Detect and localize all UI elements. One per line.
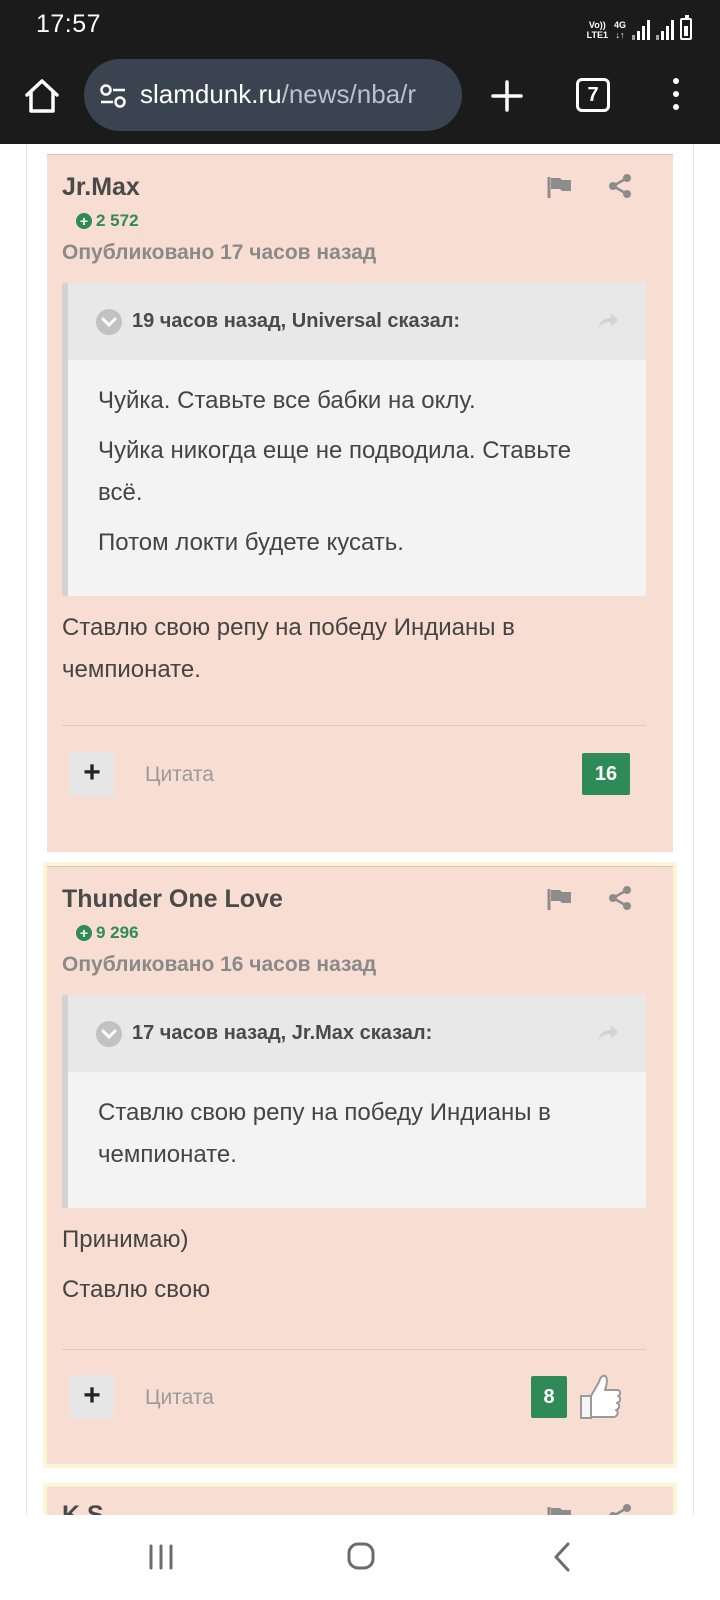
tab-switcher-button[interactable]: 7 [576,78,610,112]
chevron-down-icon[interactable] [96,309,122,335]
back-icon[interactable] [552,1541,572,1573]
post-divider [62,1349,646,1350]
reputation-count-badge: 8 [531,1376,567,1418]
volte-indicator: Vo)) LTE1 [586,20,608,40]
flag-icon[interactable] [547,175,573,199]
forum-post: Jr.Max + 2 572 Опубликовано 17 часов наз… [47,154,673,852]
browser-toolbar: slamdunk.ru/news/nba/r 7 [0,52,720,144]
site-settings-icon[interactable] [98,81,128,111]
new-tab-icon[interactable] [489,78,525,114]
author-reputation: + 2 572 [76,211,139,231]
share-icon[interactable] [607,173,633,199]
upvote-button[interactable]: + [70,1375,114,1419]
plus-circle-icon: + [76,925,92,941]
share-icon[interactable] [607,885,633,911]
post-author[interactable]: Thunder One Love [62,885,283,914]
system-nav-bar [0,1515,720,1600]
status-bar: 17:57 Vo)) LTE1 4G ↓↑ [0,0,720,52]
quote-block: 17 часов назад, Jr.Max сказал: Ставлю св… [62,995,646,1208]
chevron-down-icon[interactable] [96,1021,122,1047]
post-body: Принимаю) Ставлю свою [62,1219,642,1319]
thumbs-up-icon [580,1374,622,1419]
signal-icon-2 [656,18,674,40]
quote-block: 19 часов назад, Universal сказал: Чуйка.… [62,283,646,596]
page-content: Jr.Max + 2 572 Опубликовано 17 часов наз… [0,144,720,1515]
quote-line: Ставлю свою репу на победу Индианы в чем… [98,1099,551,1168]
quote-line: Потом локти будете кусать. [98,529,404,556]
status-time: 17:57 [36,10,102,38]
go-to-quote-icon[interactable] [596,311,620,331]
plus-circle-icon: + [76,213,92,229]
post-date: Опубликовано 17 часов назад [62,241,377,264]
battery-icon [680,15,692,40]
recent-apps-icon[interactable] [148,1543,174,1571]
go-to-quote-icon[interactable] [596,1023,620,1043]
post-author[interactable]: Jr.Max [62,173,140,202]
post-paragraph: Принимаю) [62,1226,189,1253]
post-author[interactable]: K.S [62,1501,104,1515]
quote-header[interactable]: 19 часов назад, Universal сказал: [68,283,646,360]
post-body: Ставлю свою репу на победу Индианы в чем… [62,607,642,699]
quote-line: Чуйка. Ставьте все бабки на оклу. [98,387,476,414]
quote-reply-link[interactable]: Цитата [145,763,214,787]
home-icon[interactable] [22,76,62,116]
reputation-count-badge: 16 [582,753,630,795]
share-icon[interactable] [607,1503,633,1515]
status-icons: Vo)) LTE1 4G ↓↑ [587,12,692,40]
upvote-button[interactable]: + [70,752,114,796]
quote-line: Чуйка никогда еще не подводила. Ставьте … [98,437,572,506]
signal-icon [632,18,650,40]
overflow-menu-icon[interactable] [670,78,682,114]
network-type-indicator: 4G ↓↑ [613,20,626,40]
post-paragraph: Ставлю свою репу на победу Индианы в чем… [62,614,515,683]
url-bar[interactable]: slamdunk.ru/news/nba/r [84,59,462,131]
quote-header[interactable]: 17 часов назад, Jr.Max сказал: [68,995,646,1072]
flag-icon[interactable] [547,887,573,911]
home-nav-icon[interactable] [346,1541,376,1571]
forum-post: Thunder One Love + 9 296 Опубликовано 16… [43,862,677,1468]
author-reputation: + 9 296 [76,923,139,943]
post-date: Опубликовано 16 часов назад [62,953,377,976]
url-text: slamdunk.ru/news/nba/r [140,79,417,109]
quote-author: 19 часов назад, Universal сказал: [132,310,461,332]
flag-icon[interactable] [547,1505,573,1515]
quote-author: 17 часов назад, Jr.Max сказал: [132,1022,433,1044]
quote-body: Чуйка. Ставьте все бабки на оклу. Чуйка … [68,360,646,596]
post-paragraph: Ставлю свою [62,1276,211,1303]
post-divider [62,725,646,726]
quote-body: Ставлю свою репу на победу Индианы в чем… [68,1072,646,1208]
forum-post: K.S [43,1483,677,1515]
quote-reply-link[interactable]: Цитата [145,1386,214,1410]
